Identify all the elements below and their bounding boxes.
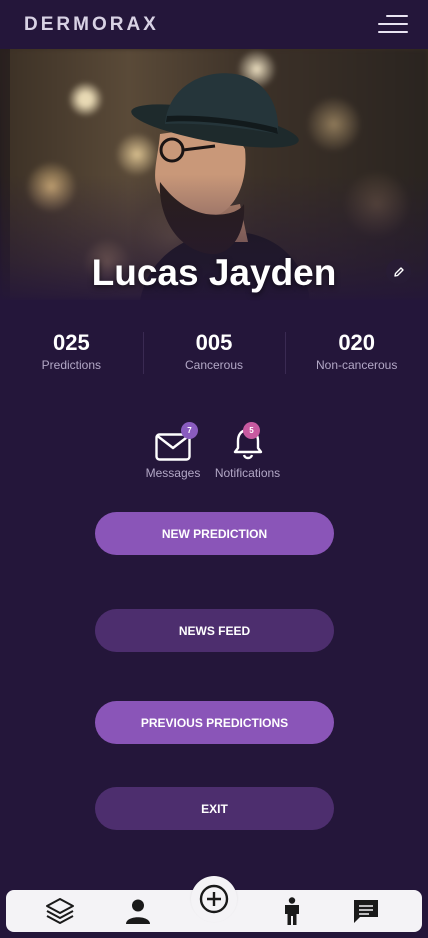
layers-icon — [46, 898, 74, 924]
new-prediction-button[interactable]: NEW PREDICTION — [95, 512, 334, 555]
previous-predictions-button[interactable]: PREVIOUS PREDICTIONS — [95, 701, 334, 744]
nav-add[interactable] — [191, 876, 237, 922]
stat-value: 005 — [195, 330, 233, 355]
stat-label: Non-cancerous — [315, 358, 398, 372]
stat-label: Cancerous — [184, 358, 244, 372]
exit-button[interactable]: EXIT — [95, 787, 334, 830]
messages-label: Messages — [145, 466, 201, 480]
news-feed-button[interactable]: NEWS FEED — [95, 609, 334, 652]
stat-non-cancerous: 020 Non-cancerous — [285, 330, 428, 374]
app-header: DERMORAX — [0, 0, 428, 49]
profile-name: Lucas Jayden — [91, 252, 337, 293]
notifications-label: Notifications — [214, 466, 281, 480]
notifications-badge: 5 — [243, 422, 260, 439]
stat-value: 025 — [52, 330, 90, 355]
quick-actions: 7 Messages 5 Notifications — [140, 422, 290, 485]
user-icon — [126, 899, 150, 924]
stat-value: 020 — [338, 330, 376, 355]
stats-row: 025 Predictions 005 Cancerous 020 Non-ca… — [0, 330, 428, 374]
stat-label: Predictions — [41, 358, 102, 372]
nav-layers[interactable] — [44, 896, 76, 926]
add-circle-icon — [199, 884, 229, 914]
person-standing-icon — [285, 897, 299, 925]
stat-predictions: 025 Predictions — [0, 330, 143, 374]
nav-profile[interactable] — [122, 896, 154, 926]
bottom-navigation — [6, 876, 422, 932]
brand-logo: DERMORAX — [24, 13, 159, 35]
nav-body[interactable] — [276, 896, 308, 926]
edit-profile-button[interactable] — [386, 259, 411, 284]
notifications-button[interactable]: 5 Notifications — [210, 422, 285, 480]
stat-cancerous: 005 Cancerous — [142, 330, 286, 374]
messages-button[interactable]: 7 Messages — [140, 422, 206, 480]
hamburger-menu-icon[interactable] — [376, 12, 408, 38]
nav-chat[interactable] — [350, 896, 382, 926]
pencil-icon — [393, 266, 404, 277]
messages-badge: 7 — [181, 422, 198, 439]
chat-icon — [354, 900, 378, 923]
